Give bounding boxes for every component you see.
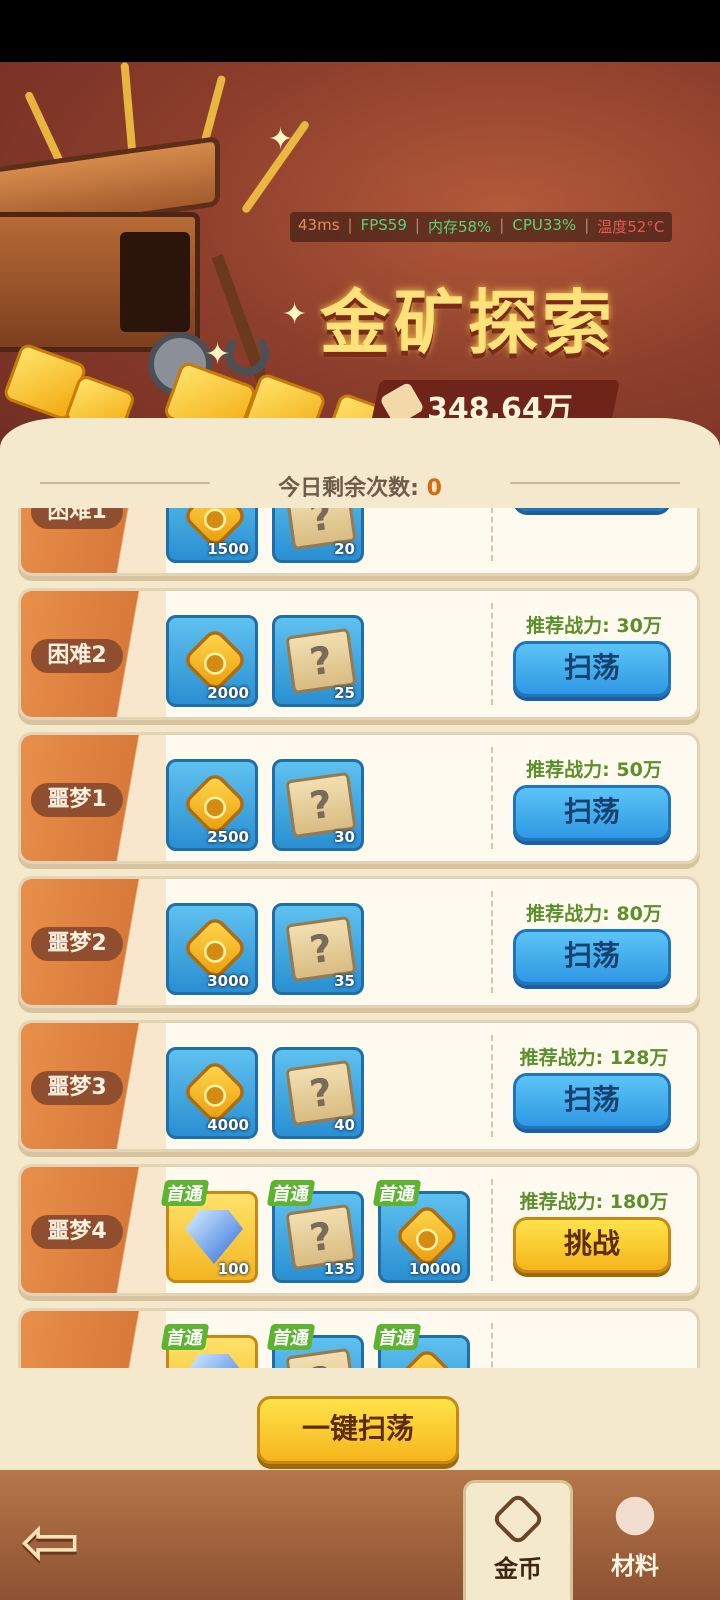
reward-item[interactable]: ? 35 — [272, 903, 364, 995]
first-clear-badge: 首通 — [160, 1324, 210, 1350]
sweep-button[interactable]: 扫荡 — [513, 508, 671, 511]
stage-row: 噩梦2 3000 ? 35 推荐战力: 80万扫荡 — [18, 876, 700, 1008]
recommended-power: 推荐战力: 128万 — [519, 1047, 669, 1069]
reward-qty: 3000 — [207, 972, 249, 990]
fps-readout: FPS59 — [360, 216, 407, 234]
status-bar — [0, 0, 720, 62]
separator: | — [499, 216, 505, 234]
first-clear-badge: 首通 — [372, 1324, 422, 1350]
first-clear-badge: 首通 — [160, 1180, 210, 1206]
reward-qty: 100 — [217, 1260, 249, 1278]
back-arrow-icon[interactable]: ⇦ — [20, 1505, 100, 1580]
reward-item[interactable]: 3000 — [166, 903, 258, 995]
tab-label: 材料 — [611, 1552, 659, 1580]
reward-item[interactable]: 10000 首通 — [372, 1180, 470, 1283]
reward-item[interactable]: ? 135 首通 — [266, 1180, 364, 1283]
reward-qty: 40 — [334, 1116, 355, 1134]
reward-item[interactable]: 2500 — [166, 759, 258, 851]
remaining-label: 今日剩余次数: — [278, 476, 419, 501]
sparkle-icon: ✦ — [282, 297, 308, 332]
sparkle-icon: ✦ — [205, 337, 231, 372]
first-clear-badge: 首通 — [266, 1324, 316, 1350]
hook-icon — [225, 332, 269, 376]
sweep-button[interactable]: 扫荡 — [513, 929, 671, 985]
reward-qty: 4000 — [207, 1116, 249, 1134]
reward-qty: 2500 — [207, 828, 249, 846]
reward-item[interactable]: ? 25 — [272, 615, 364, 707]
reward-qty: 10000 — [408, 1260, 461, 1278]
stage-list[interactable]: 困难11500?20扫荡困难22000?25推荐战力: 30万扫荡噩梦12500… — [0, 508, 720, 1368]
stage-tag — [21, 1311, 166, 1368]
recommended-power: 推荐战力: 50万 — [526, 759, 662, 781]
recommended-power: 推荐战力: 30万 — [526, 615, 662, 637]
row-divider — [491, 891, 493, 993]
sweep-button[interactable]: 扫荡 — [513, 641, 671, 697]
row-divider — [491, 1179, 493, 1281]
reward-qty: 2000 — [207, 684, 249, 702]
mine-entrance — [120, 232, 190, 332]
reward-qty: 20 — [334, 540, 355, 558]
reward-item[interactable]: 2000 — [166, 615, 258, 707]
row-divider — [491, 1035, 493, 1137]
temperature-readout: 温度52°C — [597, 218, 665, 236]
stage-name: 困难2 — [31, 639, 123, 673]
reward-qty: 135 — [323, 1260, 355, 1278]
row-divider — [491, 747, 493, 849]
stage-row: 困难1 1500 ?20 扫荡 — [18, 508, 700, 576]
remaining-attempts: 今日剩余次数: 0 — [0, 470, 720, 502]
sweep-all-button[interactable]: 一键扫荡 — [257, 1396, 459, 1464]
stage-name: 噩梦4 — [31, 1215, 123, 1249]
tab-materials[interactable]: 材料 — [580, 1480, 690, 1600]
separator: | — [414, 216, 420, 234]
reward-item[interactable]: 100 首通 — [160, 1180, 258, 1283]
row-divider — [491, 603, 493, 705]
reward-qty: 30 — [334, 828, 355, 846]
separator: | — [347, 216, 353, 234]
reward-qty: 25 — [334, 684, 355, 702]
first-clear-badge: 首通 — [372, 1180, 422, 1206]
challenge-button[interactable]: 挑战 — [513, 1217, 671, 1273]
reward-item[interactable]: ? 20 — [272, 508, 364, 563]
tab-label: 金币 — [494, 1555, 542, 1583]
stage-name: 噩梦3 — [31, 1071, 123, 1105]
sweep-button[interactable]: 扫荡 — [513, 785, 671, 841]
mystery-scroll-icon: ? — [285, 1347, 357, 1368]
reward-item[interactable]: 1500 — [166, 508, 258, 563]
stage-row: 噩梦1 2500 ? 30 推荐战力: 50万扫荡 — [18, 732, 700, 864]
reward-item[interactable]: ? 30 — [272, 759, 364, 851]
tab-coins[interactable]: 金币 — [463, 1480, 573, 1600]
diamond-icon — [185, 1210, 243, 1264]
reward-qty: 1500 — [207, 540, 249, 558]
reward-item[interactable]: ?首通 — [266, 1324, 364, 1368]
first-clear-badge: 首通 — [266, 1180, 316, 1206]
stage-row: 首通?首通首通 — [18, 1308, 700, 1368]
stage-row: 困难2 2000 ? 25 推荐战力: 30万扫荡 — [18, 588, 700, 720]
reward-qty: 35 — [334, 972, 355, 990]
stage-name: 噩梦2 — [31, 927, 123, 961]
stage-row: 噩梦3 4000 ? 40 推荐战力: 128万扫荡 — [18, 1020, 700, 1152]
perf-overlay: 43ms | FPS59 | 内存58% | CPU33% | 温度52°C — [290, 212, 673, 242]
separator: | — [584, 216, 590, 234]
diamond-icon — [185, 1354, 243, 1368]
reward-item[interactable]: ? 40 — [272, 1047, 364, 1139]
ping-readout: 43ms — [298, 216, 340, 234]
recommended-power: 推荐战力: 180万 — [519, 1191, 669, 1213]
coin-icon — [490, 1491, 546, 1547]
stage-name: 困难1 — [31, 508, 123, 529]
row-divider — [491, 1323, 493, 1368]
stage-name: 噩梦1 — [31, 783, 123, 817]
cpu-readout: CPU33% — [512, 216, 577, 234]
recommended-power: 推荐战力: 80万 — [526, 903, 662, 925]
remaining-count: 0 — [426, 476, 442, 501]
page-title: 金矿探索 — [320, 282, 616, 364]
stage-row: 噩梦4 100 首通? 135 首通 10000 首通 推荐战力: 180万 挑战 — [18, 1164, 700, 1296]
row-divider — [491, 508, 493, 561]
flower-icon — [607, 1488, 663, 1544]
memory-readout: 内存58% — [427, 218, 492, 236]
reward-item[interactable]: 首通 — [160, 1324, 258, 1368]
sweep-button[interactable]: 扫荡 — [513, 1073, 671, 1129]
reward-item[interactable]: 首通 — [372, 1324, 470, 1368]
sparkle-icon: ✦ — [268, 122, 294, 157]
reward-item[interactable]: 4000 — [166, 1047, 258, 1139]
